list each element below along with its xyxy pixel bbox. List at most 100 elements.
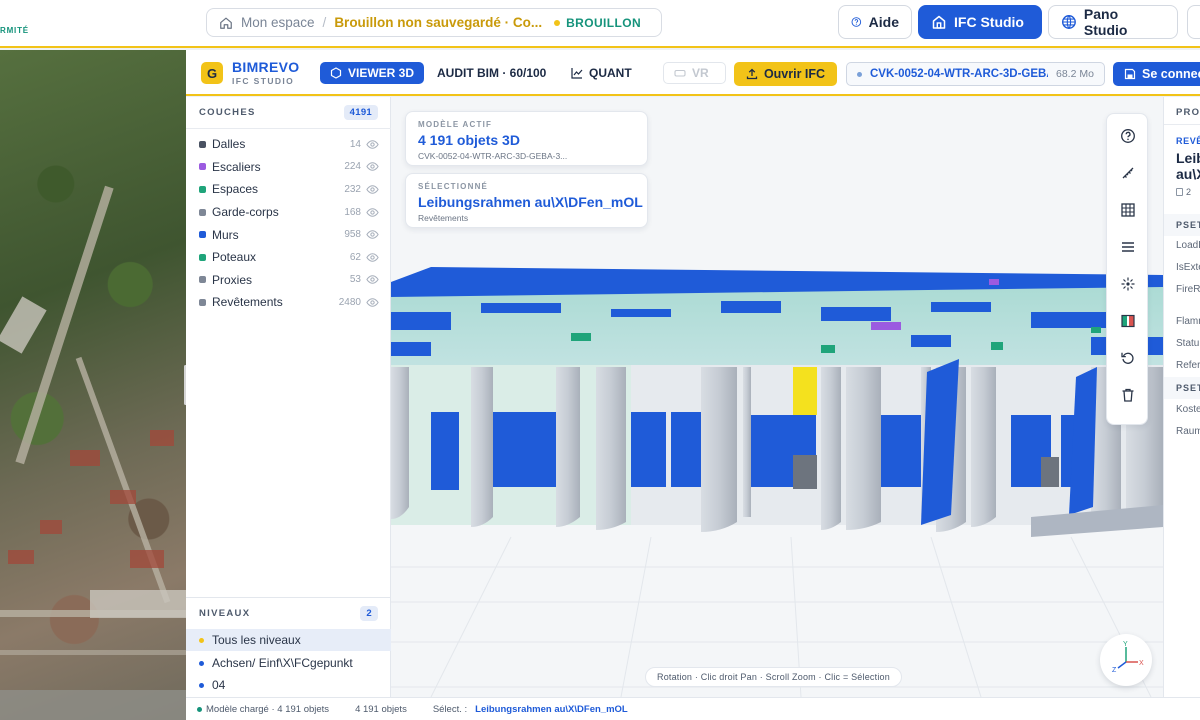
status-dot [554,19,561,26]
property-row: FireRa [1176,284,1200,295]
help-icon[interactable] [1117,125,1139,147]
layer-color-swatch [199,276,206,284]
satellite-map[interactable] [0,50,186,720]
reset-icon[interactable] [1117,347,1139,369]
property-row: Koste [1176,404,1200,415]
layer-label: Murs [212,227,239,242]
layer-item[interactable]: Proxies 53 [186,269,391,292]
status-count: 4 191 objets [355,703,407,715]
status-badge: BROUILLON [566,15,642,30]
layer-color-swatch [199,231,206,239]
pset-header[interactable]: PSET [1164,214,1200,236]
delete-icon[interactable] [1117,384,1139,406]
active-model-card: MODÈLE ACTIF 4 191 objets 3D CVK-0052-04… [405,111,648,166]
eye-icon[interactable] [366,183,379,196]
layer-item[interactable]: Espaces 232 [186,178,391,201]
level-item-all[interactable]: Tous les niveaux [186,629,391,651]
layer-item[interactable]: Escaliers 224 [186,156,391,179]
layers-header: COUCHES 4191 [186,97,391,129]
levels-header: NIVEAUX 2 [186,598,391,628]
save-login-button[interactable]: Se connec [1113,62,1200,86]
active-model-objects: 4 191 objets 3D [418,132,520,148]
layer-color-swatch [199,140,206,148]
level-dot [199,637,204,643]
upload-icon [746,68,758,80]
overflow-button[interactable] [1187,5,1200,39]
layers-count-badge: 4191 [343,105,378,120]
tab-viewer-3d[interactable]: VIEWER 3D [320,62,425,84]
property-row: Statu [1176,338,1200,349]
explode-icon[interactable] [1117,273,1139,295]
layer-label: Revêtements [212,295,283,310]
eye-icon[interactable] [366,273,379,286]
save-login-label: Se connec [1142,67,1200,81]
properties-panel: PRO REVÊ Leib au\X 2 PSET LoadB IsExte F… [1163,97,1200,697]
help-button[interactable]: Aide [838,5,912,39]
breadcrumb-separator: / [322,15,327,30]
layer-label: Espaces [212,182,259,197]
pano-studio-button[interactable]: Pano Studio [1048,5,1178,39]
home-icon[interactable] [219,16,233,30]
globe-icon [1061,15,1076,29]
layer-item[interactable]: Revêtements 2480 [186,291,391,314]
selected-caption: SÉLECTIONNÉ [418,182,489,191]
layer-item[interactable]: Poteaux 62 [186,246,391,269]
level-item[interactable]: 04 [186,674,391,696]
pset-header[interactable]: PSET [1164,377,1200,399]
selected-object-card: SÉLECTIONNÉ Leibungsrahmen au\X\DFen_mOL… [405,173,648,228]
eye-icon[interactable] [366,206,379,219]
level-dot [199,682,204,688]
eye-icon[interactable] [366,228,379,241]
eye-icon[interactable] [366,138,379,151]
tab-vr-label: VR [692,66,709,80]
properties-title: PRO [1176,107,1200,118]
breadcrumb-draft-title[interactable]: Brouillon non sauvegardé · Co... [334,15,542,30]
axis-label-z: Z [1112,667,1117,674]
layer-item[interactable]: Dalles 14 [186,133,391,156]
breadcrumb-home[interactable]: Mon espace [241,15,315,30]
layer-color-swatch [199,208,206,216]
grid-icon[interactable] [1117,199,1139,221]
status-select-label: Sélect. : [432,703,468,715]
property-row: Raum [1176,426,1200,437]
eye-icon[interactable] [366,251,379,264]
file-name: CVK-0052-04-WTR-ARC-3D-GEBA- [870,68,1048,80]
help-circle-icon [851,17,862,27]
help-button-label: Aide [868,14,899,30]
ifc-studio-label: IFC Studio [954,14,1024,30]
copy-id-button[interactable]: 2 [1176,187,1191,197]
file-selector[interactable]: CVK-0052-04-WTR-ARC-3D-GEBA- 68.2 Mo [846,62,1105,86]
layer-count: 53 [349,274,361,286]
open-ifc-button[interactable]: Ouvrir IFC [734,62,837,86]
cube-icon [330,67,342,79]
axis-label-y: Y [1123,641,1128,648]
tab-vr[interactable]: VR [663,62,726,84]
status-dot [197,706,202,712]
viewer-toolbar [1106,113,1148,425]
tab-audit-bim-label: AUDIT BIM · 60/100 [437,66,547,80]
layer-count: 232 [344,183,361,195]
selected-name: Leibungsrahmen au\X\DFen_mOL [418,194,643,210]
tab-quant[interactable]: QUANT [561,62,642,84]
list-icon[interactable] [1117,236,1139,258]
axes-icon: Y X Z [1112,641,1144,674]
ifc-studio-button[interactable]: IFC Studio [918,5,1042,39]
layer-item[interactable]: Murs 958 [186,223,391,246]
tab-quant-label: QUANT [589,66,632,80]
eye-icon[interactable] [366,160,379,173]
level-label: Achsen/ Einf\X\FCgepunkt [212,656,353,670]
measure-icon[interactable] [1117,162,1139,184]
status-bar: Modèle chargé · 4 191 objets 4 191 objet… [186,697,1200,720]
level-item[interactable]: Achsen/ Einf\X\FCgepunkt [186,652,391,674]
divider [1164,124,1200,125]
level-label: Tous les niveaux [212,633,301,647]
breadcrumb: Mon espace / Brouillon non sauvegardé · … [206,8,662,37]
copy-icon [1176,188,1183,196]
axis-gizmo[interactable]: Y X Z [1100,634,1152,686]
eye-icon[interactable] [366,296,379,309]
layer-label: Escaliers [212,159,261,174]
active-model-file: CVK-0052-04-WTR-ARC-3D-GEBA-3... [418,151,568,161]
tab-audit-bim[interactable]: AUDIT BIM · 60/100 [427,62,556,84]
layer-item[interactable]: Garde-corps 168 [186,201,391,224]
section-icon[interactable] [1117,310,1139,332]
